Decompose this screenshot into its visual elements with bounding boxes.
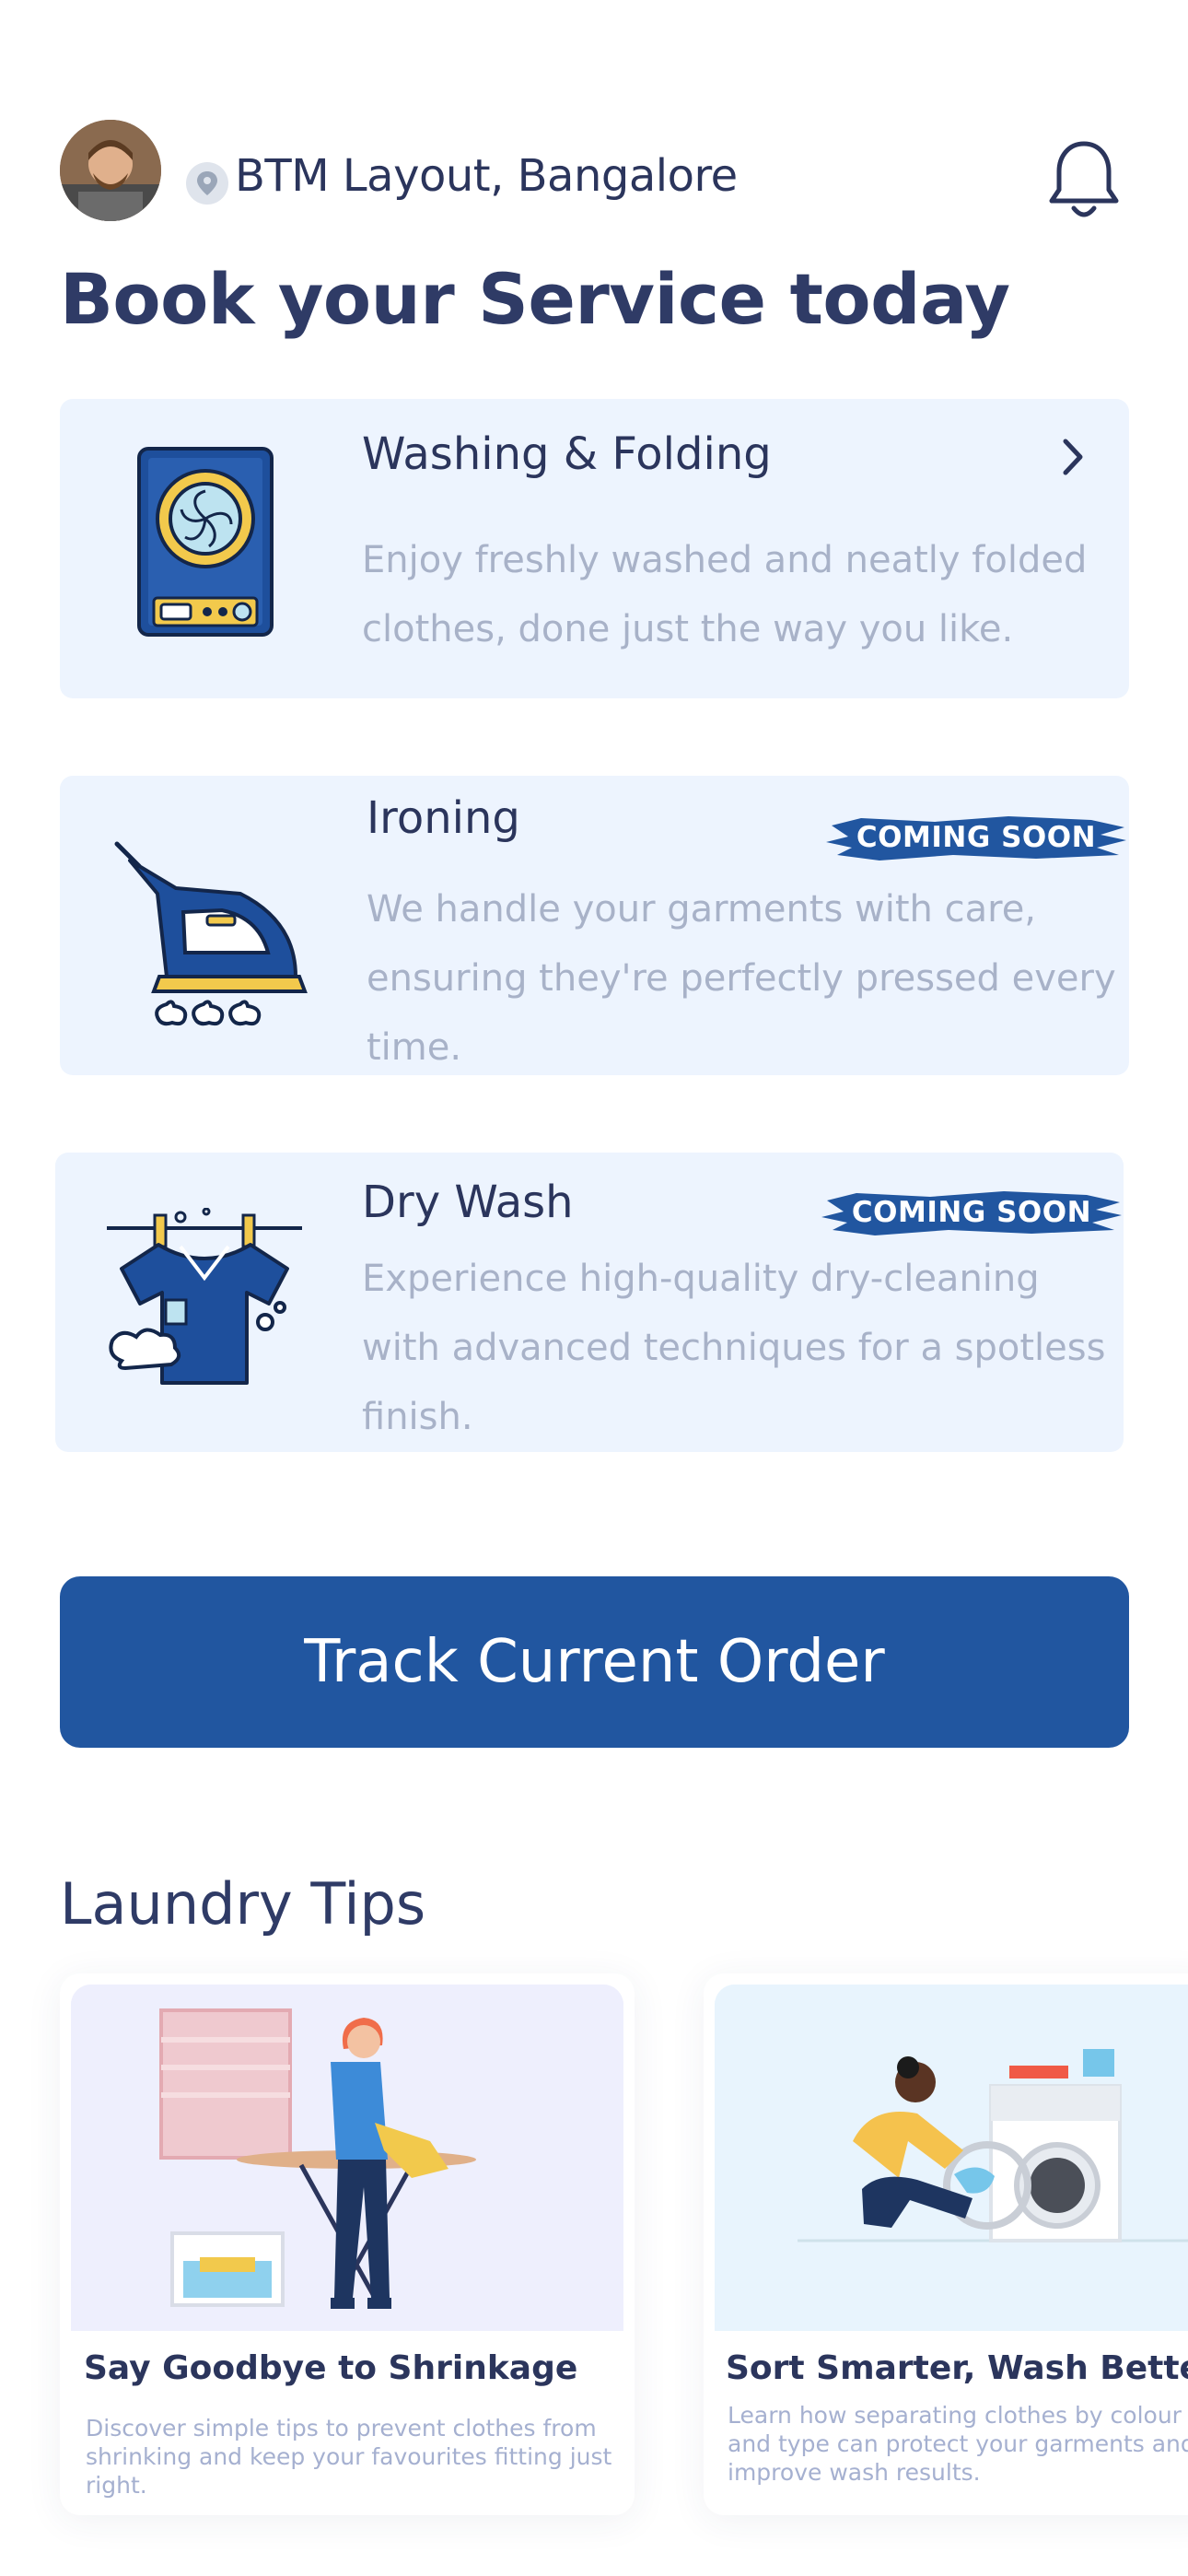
tip-illustration-ironing bbox=[71, 1985, 623, 2331]
iron-icon bbox=[111, 838, 314, 1036]
notification-bell-icon[interactable] bbox=[1046, 138, 1122, 223]
service-title-ironing: Ironing bbox=[367, 792, 520, 844]
chevron-right-icon[interactable] bbox=[1054, 434, 1091, 480]
service-description-ironing: We handle your garments with care, ensur… bbox=[367, 888, 1116, 1069]
page-title: Book your Service today bbox=[60, 258, 1010, 340]
location-label[interactable]: BTM Layout, Bangalore bbox=[235, 150, 738, 202]
tip-description: Discover simple tips to prevent clothes … bbox=[86, 2415, 612, 2499]
track-current-order-button[interactable]: Track Current Order bbox=[60, 1576, 1129, 1748]
coming-soon-label: COMING SOON bbox=[851, 1196, 1092, 1229]
user-avatar[interactable] bbox=[60, 120, 161, 221]
coming-soon-badge: COMING SOON bbox=[824, 809, 1128, 866]
location-pin-icon bbox=[186, 162, 228, 205]
service-title-washing: Washing & Folding bbox=[362, 428, 772, 480]
tip-title: Sort Smarter, Wash Better bbox=[726, 2349, 1188, 2387]
tip-card-shrinkage[interactable]: Say Goodbye to Shrinkage Discover simple… bbox=[60, 1973, 635, 2515]
shirt-drying-icon bbox=[103, 1207, 306, 1396]
coming-soon-badge: COMING SOON bbox=[820, 1184, 1124, 1241]
service-card-ironing[interactable]: Ironing COMING SOON We handle your garme… bbox=[60, 776, 1129, 1075]
tip-title: Say Goodbye to Shrinkage bbox=[84, 2349, 578, 2387]
washing-machine-icon bbox=[135, 445, 275, 642]
service-card-washing[interactable]: Washing & Folding Enjoy freshly washed a… bbox=[60, 399, 1129, 698]
coming-soon-label: COMING SOON bbox=[856, 821, 1097, 854]
laundry-tips-heading: Laundry Tips bbox=[60, 1870, 426, 1938]
service-description-dry-wash: Experience high-quality dry-cleaning wit… bbox=[362, 1258, 1106, 1438]
tip-card-sorting[interactable]: Sort Smarter, Wash Better Learn how sepa… bbox=[704, 1973, 1188, 2515]
service-title-dry-wash: Dry Wash bbox=[362, 1177, 574, 1228]
tip-illustration-washing bbox=[715, 1985, 1188, 2331]
tip-description: Learn how separating clothes by colour a… bbox=[728, 2402, 1188, 2486]
service-description-washing: Enjoy freshly washed and neatly folded c… bbox=[362, 539, 1088, 650]
service-card-dry-wash[interactable]: Dry Wash COMING SOON Experience high-qua… bbox=[55, 1153, 1124, 1452]
